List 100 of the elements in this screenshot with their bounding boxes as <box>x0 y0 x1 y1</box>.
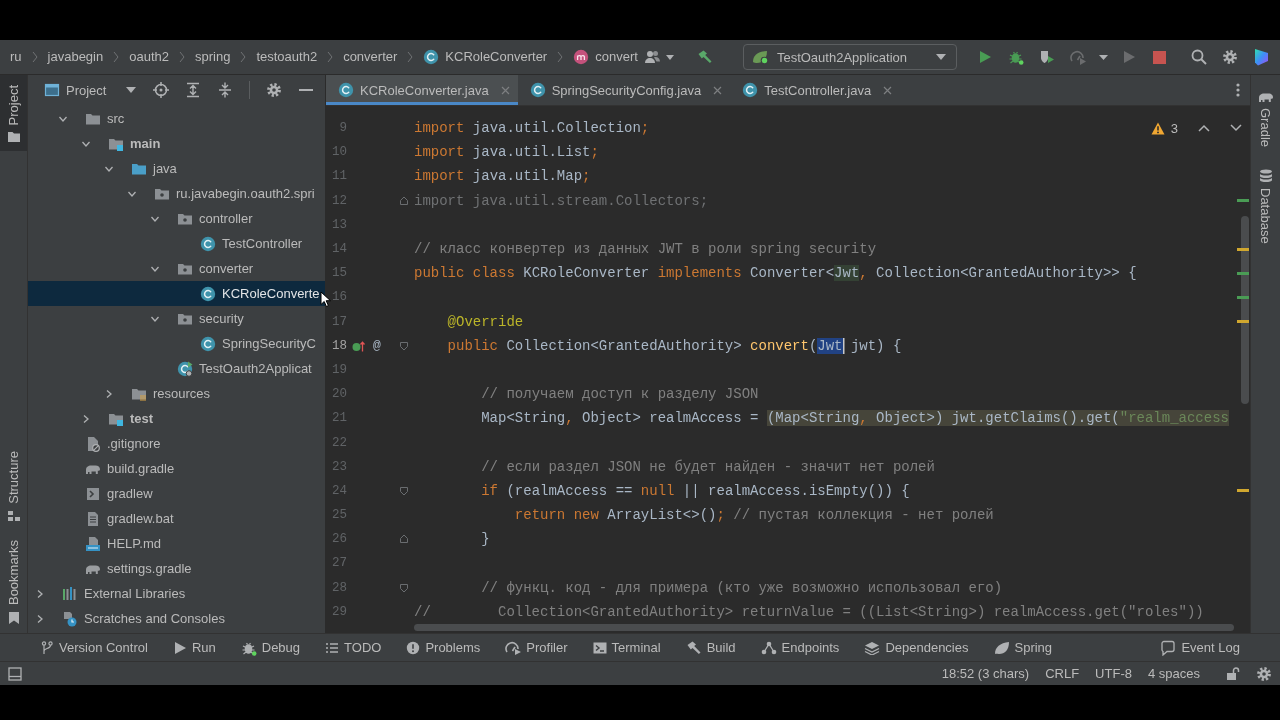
tree-item[interactable]: test <box>28 406 325 431</box>
tree-item[interactable]: Scratches and Consoles <box>28 606 325 631</box>
tree-item[interactable]: KCRoleConverte <box>28 281 325 306</box>
breadcrumb[interactable]: KCRoleConverter <box>423 48 548 66</box>
settings-icon[interactable] <box>1221 49 1238 65</box>
editor-tab[interactable]: KCRoleConverter.java <box>326 75 518 105</box>
horizontal-scrollbar[interactable] <box>414 624 1234 631</box>
chevron-right-icon <box>240 51 247 63</box>
vertical-scrollbar[interactable] <box>1241 216 1249 404</box>
caret-down-icon[interactable] <box>665 54 674 60</box>
chevron-right-icon[interactable] <box>81 413 91 424</box>
editor-tab[interactable]: SpringSecurityConfig.java <box>517 75 731 105</box>
tree-item[interactable]: SpringSecurityC <box>28 331 325 356</box>
tool-window-tab[interactable]: Project <box>0 75 27 152</box>
breadcrumb[interactable]: javabegin <box>47 48 104 66</box>
fold-icon[interactable] <box>398 340 409 351</box>
gear-icon[interactable] <box>1256 665 1272 682</box>
tree-item[interactable]: src <box>28 106 325 131</box>
tool-window-tab[interactable]: Database <box>1251 155 1280 252</box>
collapse-all-icon[interactable] <box>217 82 234 98</box>
caret-down-icon[interactable] <box>1098 54 1108 60</box>
tree-item[interactable]: security <box>28 306 325 331</box>
tool-window-button[interactable]: Run <box>172 640 216 655</box>
more-icon[interactable] <box>1236 83 1240 97</box>
tool-window-button[interactable]: Endpoints <box>760 640 840 655</box>
tree-item[interactable]: gradlew <box>28 481 325 506</box>
tree-item[interactable]: converter <box>28 256 325 281</box>
gutter-marker[interactable]: @ <box>373 338 381 354</box>
warning-count[interactable]: 3 <box>1170 120 1178 136</box>
play-icon[interactable] <box>977 50 992 64</box>
settings-icon[interactable] <box>266 82 283 98</box>
fold-icon[interactable] <box>398 582 409 593</box>
tool-window-tab[interactable]: Bookmarks <box>0 529 27 633</box>
close-icon[interactable] <box>883 85 893 95</box>
tool-window-button[interactable]: Build <box>685 639 736 656</box>
tree-item[interactable]: resources <box>28 381 325 406</box>
tree-item[interactable]: settings.gradle <box>28 556 325 581</box>
breadcrumb[interactable]: spring <box>195 48 231 66</box>
panel-toggle-icon[interactable] <box>8 666 22 681</box>
people-icon[interactable] <box>643 49 662 65</box>
fold-icon[interactable] <box>398 485 409 496</box>
tree-item[interactable]: TestController <box>28 231 325 256</box>
status-bar-item[interactable]: 4 spaces <box>1147 666 1200 681</box>
status-bar-item[interactable]: 18:52 (3 chars) <box>941 666 1030 681</box>
tool-window-button[interactable]: Terminal <box>592 640 661 655</box>
tool-window-button[interactable]: Event Log <box>1160 639 1240 656</box>
line-number: 14 <box>331 242 347 257</box>
tree-item[interactable]: controller <box>28 206 325 231</box>
close-icon[interactable] <box>713 85 723 95</box>
search-icon[interactable] <box>1190 49 1207 65</box>
expand-all-icon[interactable] <box>185 82 202 98</box>
view-dropdown[interactable]: Project <box>66 82 137 98</box>
chevron-up-icon[interactable] <box>1198 124 1210 132</box>
implements-icon[interactable] <box>352 339 365 352</box>
breadcrumb[interactable]: converter <box>343 48 398 66</box>
breadcrumb[interactable]: testoauth2 <box>256 48 318 66</box>
editor-tab[interactable]: TestController.java <box>730 75 901 105</box>
tool-window-button[interactable]: TODO <box>325 640 382 655</box>
tree-item[interactable]: External Libraries <box>28 581 325 606</box>
chevron-right-icon[interactable] <box>35 613 45 624</box>
stop-icon[interactable] <box>1153 50 1166 64</box>
tree-item[interactable]: .gitignore <box>28 431 325 456</box>
status-bar-item[interactable]: UTF-8 <box>1095 666 1132 681</box>
crosshair-icon[interactable] <box>153 82 170 98</box>
tree-item[interactable]: HELP.md <box>28 531 325 556</box>
tool-window-button[interactable]: Problems <box>406 640 481 655</box>
line-number: 17 <box>331 314 347 329</box>
shield-play-icon[interactable] <box>1038 49 1055 65</box>
code-line: // получаем доступ к разделу JSON <box>481 386 759 403</box>
class-icon <box>200 285 216 302</box>
code-line: public class KCRoleConverter implements Converter<Jwt, Collection<GrantedAuthority>> { <box>414 265 1137 282</box>
tool-window-tab[interactable]: Gradle <box>1251 75 1280 156</box>
breadcrumb[interactable]: ru <box>10 48 22 66</box>
tree-item[interactable]: main <box>28 131 325 156</box>
tree-item[interactable]: ru.javabegin.oauth2.spri <box>28 181 325 206</box>
padlock-icon[interactable] <box>1226 666 1240 681</box>
tool-window-button[interactable]: Dependencies <box>864 640 969 655</box>
tool-window-button[interactable]: Debug <box>240 639 301 656</box>
fold-icon[interactable] <box>398 195 409 206</box>
breadcrumb[interactable]: convert <box>573 48 638 66</box>
chevron-right-icon <box>327 51 334 63</box>
tree-item[interactable]: TestOauth2Applicat <box>28 356 325 381</box>
hammer-icon[interactable] <box>697 49 714 65</box>
chevron-down-icon[interactable] <box>1230 124 1242 132</box>
tool-window-button[interactable]: Version Control <box>40 640 148 655</box>
fold-icon[interactable] <box>398 534 409 545</box>
tree-item[interactable]: java <box>28 156 325 181</box>
tool-window-button[interactable]: Profiler <box>505 640 568 655</box>
line-number: 29 <box>331 604 347 619</box>
minimize-icon[interactable] <box>299 88 314 92</box>
tree-item[interactable]: gradlew.bat <box>28 506 325 531</box>
tool-window-tab[interactable]: Structure <box>0 441 27 530</box>
bug-icon[interactable] <box>1007 49 1024 65</box>
breadcrumb[interactable]: oauth2 <box>129 48 169 66</box>
run-configuration-dropdown[interactable]: TestOauth2Application <box>742 44 957 70</box>
tree-item[interactable]: build.gradle <box>28 456 325 481</box>
tool-window-button[interactable]: Spring <box>993 640 1053 655</box>
chevron-right-icon[interactable] <box>35 588 45 599</box>
status-bar-item[interactable]: CRLF <box>1045 666 1080 681</box>
chevron-right-icon[interactable] <box>104 388 114 399</box>
